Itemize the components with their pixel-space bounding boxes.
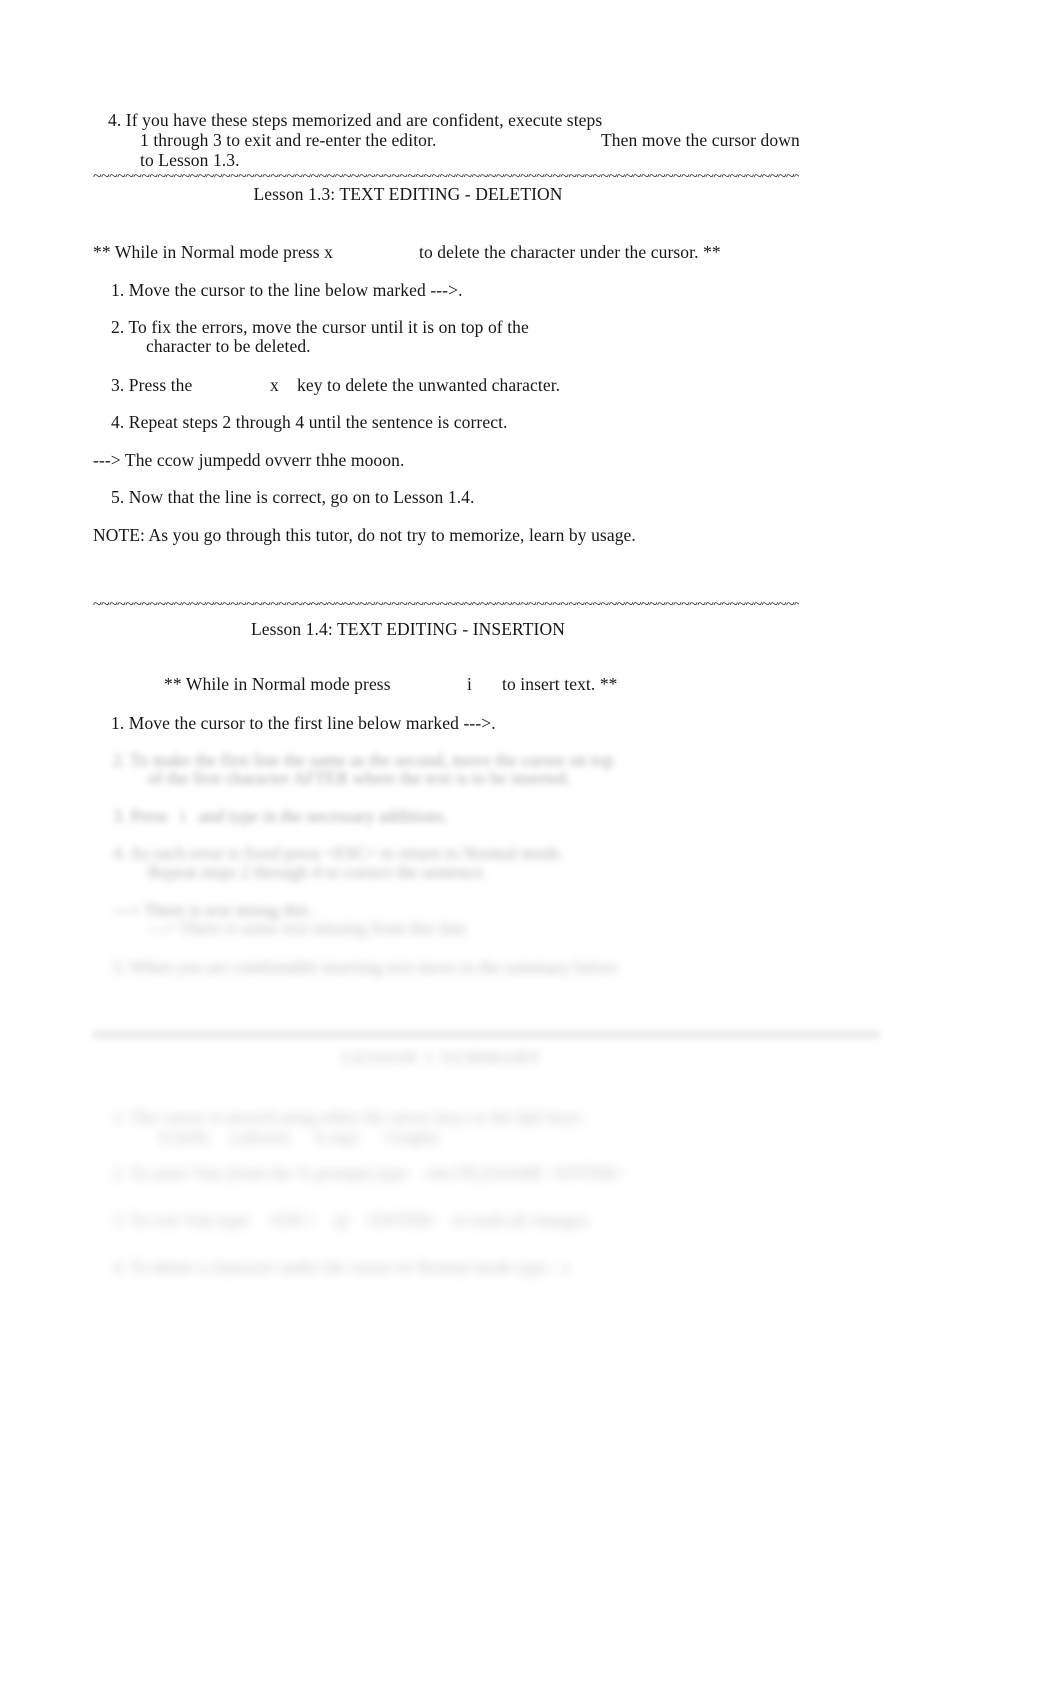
blurred-line: 1. The cursor is moved using either the … — [113, 1107, 585, 1127]
blurred-line: 2. To enter Vim (from the % prompt) type… — [113, 1163, 625, 1183]
blurred-line: 4. As each error is fixed press <ESC> to… — [113, 843, 565, 863]
step4-line1: 4. If you have these steps memorized and… — [108, 110, 603, 130]
blurred-line: of the first character AFTER where the t… — [148, 768, 571, 788]
blurred-line: 5. When you are comfortable inserting te… — [113, 957, 621, 977]
blurred-line: ---> There is text misng this . — [113, 900, 318, 920]
lesson-1-3-banner-right: to delete the character under the cursor… — [419, 242, 721, 262]
lesson-1-3-step5: 5. Now that the line is correct, go on t… — [111, 487, 475, 507]
section-divider-rule — [93, 1030, 880, 1039]
lesson-1-4-banner-right: to insert text. ** — [502, 674, 618, 694]
blurred-line: 2. To make the first line the same as th… — [113, 750, 614, 770]
lesson-1-3-step3-key: x — [270, 375, 279, 395]
step4-line2-right: Then move the cursor down — [601, 130, 800, 150]
step4-line3: to Lesson 1.3. — [140, 150, 240, 170]
blurred-line: 3. To exit Vim type: <ESC> :q! <ENTER> t… — [113, 1210, 592, 1230]
lesson-1-3-step2-line1: 2. To fix the errors, move the cursor un… — [111, 317, 529, 337]
lesson-1-3-practice-line: ---> The ccow jumpedd ovverr thhe mooon. — [93, 450, 405, 470]
blurred-line: ---> There is some text missing from thi… — [148, 918, 471, 938]
lesson-1-3-title: Lesson 1.3: TEXT EDITING - DELETION — [253, 184, 563, 204]
blurred-line: 4. To delete a character under the curso… — [113, 1257, 570, 1277]
step4-line2: 1 through 3 to exit and re-enter the edi… — [140, 130, 437, 150]
lesson-1-3-step3-right: key to delete the unwanted character. — [297, 375, 561, 395]
lesson-summary-heading: LESSON 1 SUMMARY — [342, 1048, 543, 1067]
lesson-1-4-step1: 1. Move the cursor to the first line bel… — [111, 713, 496, 733]
lesson-1-3-note: NOTE: As you go through this tutor, do n… — [93, 525, 636, 545]
lesson-1-4-title: Lesson 1.4: TEXT EDITING - INSERTION — [251, 619, 565, 639]
section-separator-2: ~~~~~~~~~~~~~~~~~~~~~~~~~~~~~~~~~~~~~~~~… — [93, 598, 799, 612]
lesson-1-3-step3-left: 3. Press the — [111, 375, 193, 395]
lesson-1-3-step4: 4. Repeat steps 2 through 4 until the se… — [111, 412, 508, 432]
lesson-1-3-step2-line2: character to be deleted. — [146, 336, 311, 356]
blurred-line: 3. Press i and type in the necessary add… — [113, 806, 448, 826]
blurred-line: h (left) j (down) k (up) l (right) — [160, 1127, 439, 1147]
section-separator-1: ~~~~~~~~~~~~~~~~~~~~~~~~~~~~~~~~~~~~~~~~… — [93, 170, 799, 184]
document-page: 4. If you have these steps memorized and… — [0, 0, 1062, 1691]
lesson-1-4-banner-key: i — [467, 674, 472, 694]
blurred-line: Repeat steps 2 through 4 to correct the … — [148, 862, 487, 882]
lesson-1-3-banner-left: ** While in Normal mode press x — [93, 242, 333, 262]
lesson-1-4-banner-left: ** While in Normal mode press — [164, 674, 391, 694]
lesson-1-3-step1: 1. Move the cursor to the line below mar… — [111, 280, 463, 300]
